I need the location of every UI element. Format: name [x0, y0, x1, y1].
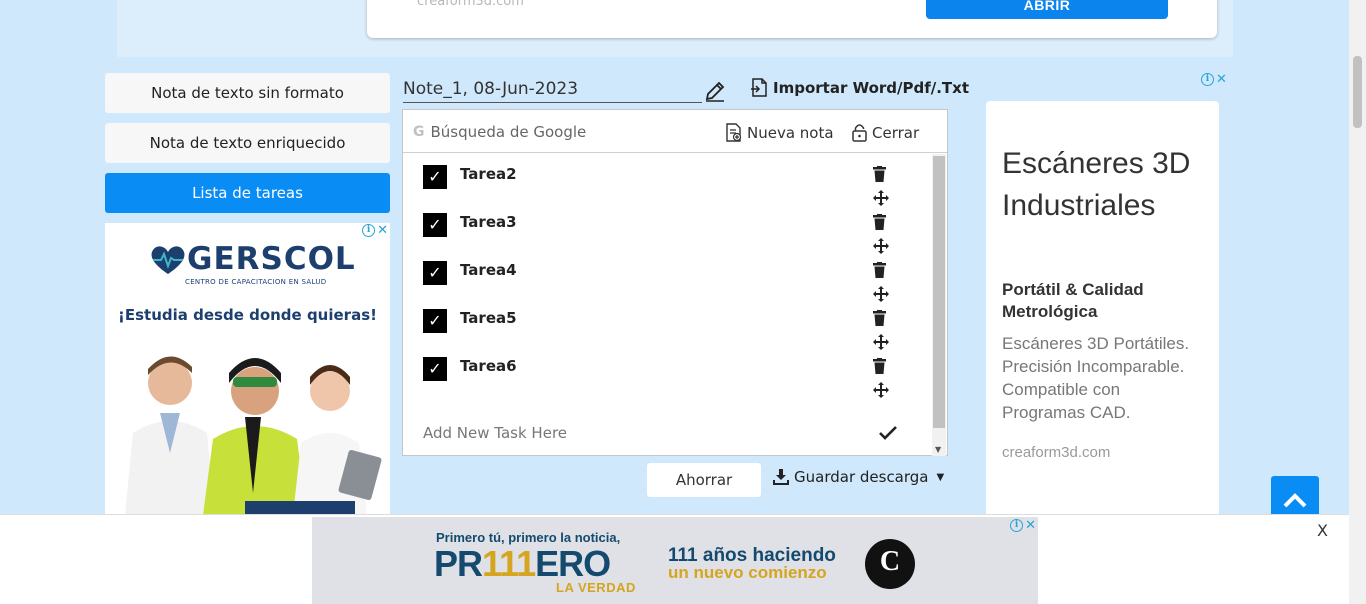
editor-toolbar: G Búsqueda de Google Nueva nota Cerrar: [403, 110, 947, 153]
bottom-ad-logo: PR111ERO: [434, 543, 611, 585]
task-row: ✓ Tarea2: [403, 156, 930, 206]
right-ad-subtitle: Portátil & Calidad Metrológica: [1002, 280, 1144, 321]
task-row: ✓ Tarea4: [403, 252, 930, 302]
google-icon: G: [413, 124, 425, 140]
add-task-input[interactable]: Add New Task Here: [423, 424, 567, 442]
task-list: ✓ Tarea2 ✓ Tarea3 ✓ Tarea4 ✓ Tarea5 ✓ Ta…: [403, 154, 930, 454]
top-ad[interactable]: creaform3d.com ABRIR: [367, 0, 1217, 38]
caret-down-icon: ▼: [936, 471, 945, 483]
save-button[interactable]: Ahorrar: [647, 463, 761, 497]
gerscol-logo: GERSCOL CENTRO DE CAPACITACION EN SALUD: [149, 241, 355, 291]
task-checkbox[interactable]: ✓: [423, 357, 447, 381]
top-ad-open-button[interactable]: ABRIR: [926, 0, 1168, 19]
trash-icon[interactable]: [873, 214, 886, 230]
bottom-ad-logo-pre: PR: [434, 543, 483, 584]
pencil-icon[interactable]: [704, 80, 726, 102]
right-ad[interactable]: Escáneres 3D Industriales Portátil & Cal…: [986, 101, 1219, 521]
bottom-ad-close-button[interactable]: X: [1317, 521, 1328, 540]
right-ad-choices[interactable]: i ✕: [1201, 73, 1364, 86]
task-checkbox[interactable]: ✓: [423, 261, 447, 285]
ad-people-image: [125, 356, 382, 515]
right-ad-url[interactable]: creaform3d.com: [1002, 444, 1110, 461]
import-label: Importar Word/Pdf/.Txt: [773, 78, 970, 97]
left-ad[interactable]: i ✕ GERSCOL CENTRO DE CAPACITACION EN SA…: [105, 223, 390, 515]
google-search-button[interactable]: G Búsqueda de Google: [413, 123, 586, 141]
new-note-label: Nueva nota: [747, 123, 834, 142]
task-row: ✓ Tarea3: [403, 204, 930, 254]
task-row: ✓ Tarea6: [403, 348, 930, 398]
lock-icon: [852, 124, 867, 142]
task-checkbox[interactable]: ✓: [423, 309, 447, 333]
bottom-ad-logo-post: ERO: [535, 543, 611, 584]
trash-icon[interactable]: [873, 310, 886, 326]
close-icon[interactable]: ✕: [377, 224, 388, 237]
top-ad-container: creaform3d.com ABRIR: [117, 0, 1233, 57]
task-name[interactable]: Tarea3: [460, 213, 517, 231]
bottom-ad[interactable]: Primero tú, primero la noticia, PR111ERO…: [312, 517, 1038, 604]
page-scrollbar-thumb[interactable]: [1353, 56, 1362, 128]
task-checkbox[interactable]: ✓: [423, 213, 447, 237]
note-title-input[interactable]: Note_1, 08-Jun-2023: [403, 76, 702, 103]
task-name[interactable]: Tarea6: [460, 357, 517, 375]
task-name[interactable]: Tarea5: [460, 309, 517, 327]
bottom-ad-circle-logo: C: [865, 539, 915, 589]
right-ad-description: Escáneres 3D Portátiles. Precisión Incom…: [1002, 334, 1190, 422]
right-ad-title[interactable]: Escáneres 3D Industriales: [1002, 143, 1212, 227]
move-icon[interactable]: [873, 382, 889, 398]
new-note-button[interactable]: Nueva nota: [726, 123, 834, 142]
task-checkbox[interactable]: ✓: [423, 165, 447, 189]
gerscol-subtitle: CENTRO DE CAPACITACION EN SALUD: [185, 278, 327, 286]
heart-icon: [151, 246, 185, 274]
trash-icon[interactable]: [873, 262, 886, 278]
google-search-label: Búsqueda de Google: [430, 123, 587, 141]
bottom-ad-choices[interactable]: i ✕: [1010, 519, 1036, 532]
close-icon[interactable]: ✕: [1216, 73, 1227, 86]
menu-plain-text-note[interactable]: Nota de texto sin formato: [105, 73, 390, 113]
close-note-label: Cerrar: [872, 123, 920, 142]
top-ad-url: creaform3d.com: [417, 0, 524, 9]
ad-choices[interactable]: i ✕: [362, 224, 388, 237]
scrollbar-thumb[interactable]: [933, 156, 945, 428]
close-icon[interactable]: ✕: [1025, 519, 1036, 532]
task-row: ✓ Tarea5: [403, 300, 930, 350]
scroll-down-arrow-icon[interactable]: ▼: [935, 445, 941, 454]
bottom-ad-bar: Primero tú, primero la noticia, PR111ERO…: [0, 514, 1349, 604]
trash-icon[interactable]: [873, 166, 886, 182]
menu-rich-text-note[interactable]: Nota de texto enriquecido: [105, 123, 390, 163]
download-label: Guardar descarga: [794, 468, 929, 486]
bottom-ad-new-beginning: un nuevo comienzo: [668, 563, 827, 582]
task-name[interactable]: Tarea2: [460, 165, 517, 183]
checkmark-icon[interactable]: [879, 426, 897, 440]
task-name[interactable]: Tarea4: [460, 261, 517, 279]
page-scrollbar[interactable]: [1349, 0, 1366, 604]
left-ad-tagline: ¡Estudia desde donde quieras!: [118, 306, 377, 324]
back-to-top-button[interactable]: [1271, 476, 1319, 518]
bottom-ad-logo-sub: LA VERDAD: [556, 580, 636, 595]
close-note-button[interactable]: Cerrar: [852, 123, 919, 142]
task-list-scrollbar[interactable]: ▼: [932, 154, 946, 456]
new-note-icon: [726, 123, 742, 142]
info-icon[interactable]: i: [362, 224, 376, 237]
import-button[interactable]: Importar Word/Pdf/.Txt: [751, 78, 969, 97]
gerscol-brand: GERSCOL: [187, 241, 356, 277]
import-file-icon: [751, 78, 767, 97]
bottom-ad-logo-mid: 111: [482, 543, 536, 584]
download-dropdown[interactable]: Guardar descarga ▼: [773, 468, 944, 486]
trash-icon[interactable]: [873, 358, 886, 374]
info-icon[interactable]: i: [1201, 73, 1214, 86]
chevron-up-icon: [1283, 493, 1307, 508]
task-editor: G Búsqueda de Google Nueva nota Cerrar ✓…: [402, 109, 948, 456]
menu-task-list[interactable]: Lista de tareas: [105, 173, 390, 213]
download-icon: [773, 469, 789, 485]
info-icon[interactable]: i: [1010, 519, 1024, 532]
